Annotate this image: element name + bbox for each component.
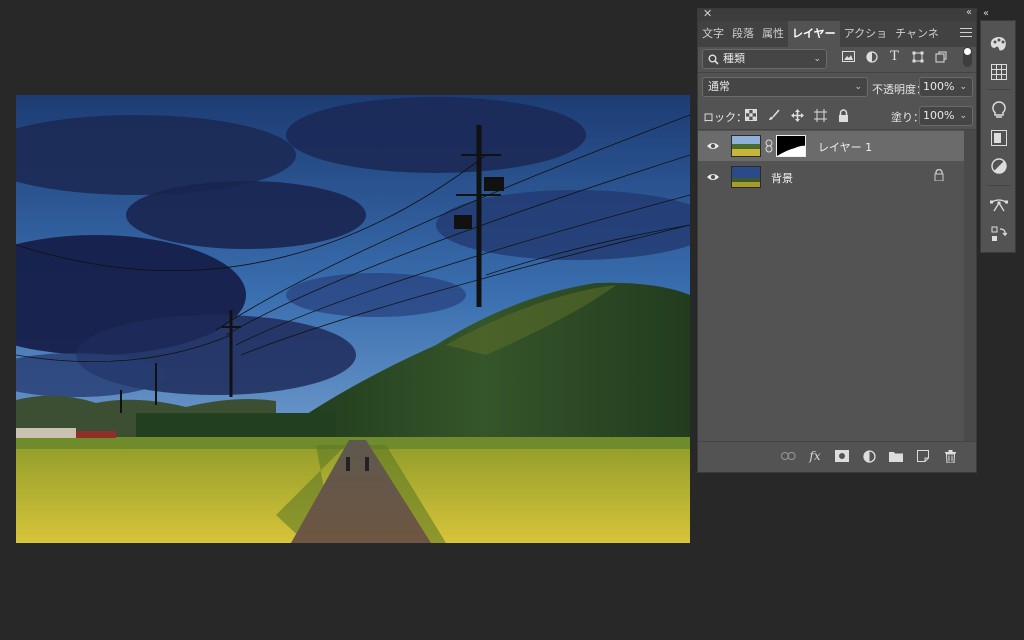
eye-icon[interactable] xyxy=(706,139,720,153)
filter-toggle[interactable] xyxy=(963,47,972,67)
chain-link-icon[interactable] xyxy=(765,139,773,153)
tab-actions[interactable]: アクショ xyxy=(840,21,891,47)
chevron-down-icon: ⌄ xyxy=(959,82,967,92)
panel-title-bar: ✕ ‹‹ xyxy=(698,7,976,21)
search-icon xyxy=(708,54,719,65)
layers-scrollbar[interactable] xyxy=(964,130,976,442)
adjustments-icon[interactable] xyxy=(990,157,1008,175)
footer-icons: fx xyxy=(780,448,958,464)
document-canvas[interactable] xyxy=(16,95,690,543)
swatches-grid-icon[interactable] xyxy=(990,63,1008,81)
lock-artboard-icon[interactable] xyxy=(813,108,827,122)
filter-kind-select[interactable]: 種類 ⌄ xyxy=(702,49,827,69)
layers-footer: fx xyxy=(698,441,976,472)
adjustment-filter-icon[interactable] xyxy=(864,49,879,64)
new-layer-icon[interactable] xyxy=(915,448,931,464)
libraries-icon[interactable] xyxy=(990,129,1008,147)
panel-tabs: 文字 段落 属性 レイヤー アクショ チャンネ xyxy=(698,21,976,47)
filter-row: 種類 ⌄ T xyxy=(698,47,976,69)
toolbar-collapse-icon[interactable]: ‹‹ xyxy=(983,8,989,19)
new-group-icon[interactable] xyxy=(888,448,904,464)
chevron-down-icon: ⌄ xyxy=(959,111,967,121)
tab-properties[interactable]: 属性 xyxy=(758,21,788,47)
blend-mode-value: 通常 xyxy=(708,80,730,93)
layer-name: 背景 xyxy=(771,172,793,185)
close-icon[interactable]: ✕ xyxy=(703,7,712,20)
layers-panel: ✕ ‹‹ 文字 段落 属性 レイヤー アクショ チャンネ 種類 ⌄ T 通常 ⌄… xyxy=(697,7,977,473)
opacity-value: 100% xyxy=(923,80,955,93)
panel-icon-strip xyxy=(980,20,1016,253)
fill-field[interactable]: 100% ⌄ xyxy=(919,106,973,126)
panel-menu-icon[interactable] xyxy=(960,28,972,38)
link-layers-icon[interactable] xyxy=(780,448,796,464)
tab-layers[interactable]: レイヤー xyxy=(788,21,840,47)
opacity-field[interactable]: 100% ⌄ xyxy=(919,77,973,97)
add-mask-icon[interactable] xyxy=(834,448,850,464)
layer-thumbnail xyxy=(731,166,761,188)
paths-icon[interactable] xyxy=(990,197,1008,215)
filter-icons: T xyxy=(841,49,948,64)
lock-row: ロック： 塗り： 100% ⌄ xyxy=(698,104,976,128)
history-icon[interactable] xyxy=(990,225,1008,243)
light-bulb-icon[interactable] xyxy=(990,101,1008,119)
layer-row-layer1[interactable]: レイヤー 1 xyxy=(698,131,964,161)
color-palette-icon[interactable] xyxy=(990,35,1008,53)
lock-position-icon[interactable] xyxy=(790,108,804,122)
filter-kind-label: 種類 xyxy=(723,52,745,65)
blend-row: 通常 ⌄ 不透明度： 100% ⌄ xyxy=(698,75,976,99)
lock-paint-icon[interactable] xyxy=(767,108,781,122)
chevron-down-icon: ⌄ xyxy=(813,54,821,64)
collapse-icon[interactable]: ‹‹ xyxy=(966,7,972,18)
layer-row-background[interactable]: 背景 xyxy=(698,162,964,192)
tab-channels[interactable]: チャンネ xyxy=(891,21,943,47)
new-adjustment-icon[interactable] xyxy=(861,448,877,464)
tab-character[interactable]: 文字 xyxy=(698,21,728,47)
lock-icon[interactable] xyxy=(934,169,944,181)
lock-transparent-icon[interactable] xyxy=(744,108,758,122)
delete-layer-icon[interactable] xyxy=(942,448,958,464)
lock-icons xyxy=(744,108,850,122)
layer-thumbnail xyxy=(731,135,761,157)
blend-mode-select[interactable]: 通常 ⌄ xyxy=(702,77,868,97)
lock-all-icon[interactable] xyxy=(836,108,850,122)
type-filter-icon[interactable]: T xyxy=(887,49,902,64)
layer-mask-thumbnail[interactable] xyxy=(776,135,806,157)
tab-paragraph[interactable]: 段落 xyxy=(728,21,758,47)
image-filter-icon[interactable] xyxy=(841,49,856,64)
lock-label: ロック： xyxy=(703,111,747,124)
eye-icon[interactable] xyxy=(706,170,720,184)
fill-value: 100% xyxy=(923,109,955,122)
landscape-photo xyxy=(16,95,690,543)
shape-filter-icon[interactable] xyxy=(910,49,925,64)
fx-icon[interactable]: fx xyxy=(807,448,823,464)
chevron-down-icon: ⌄ xyxy=(854,82,862,92)
layer-name: レイヤー 1 xyxy=(818,141,873,154)
smartobject-filter-icon[interactable] xyxy=(933,49,948,64)
